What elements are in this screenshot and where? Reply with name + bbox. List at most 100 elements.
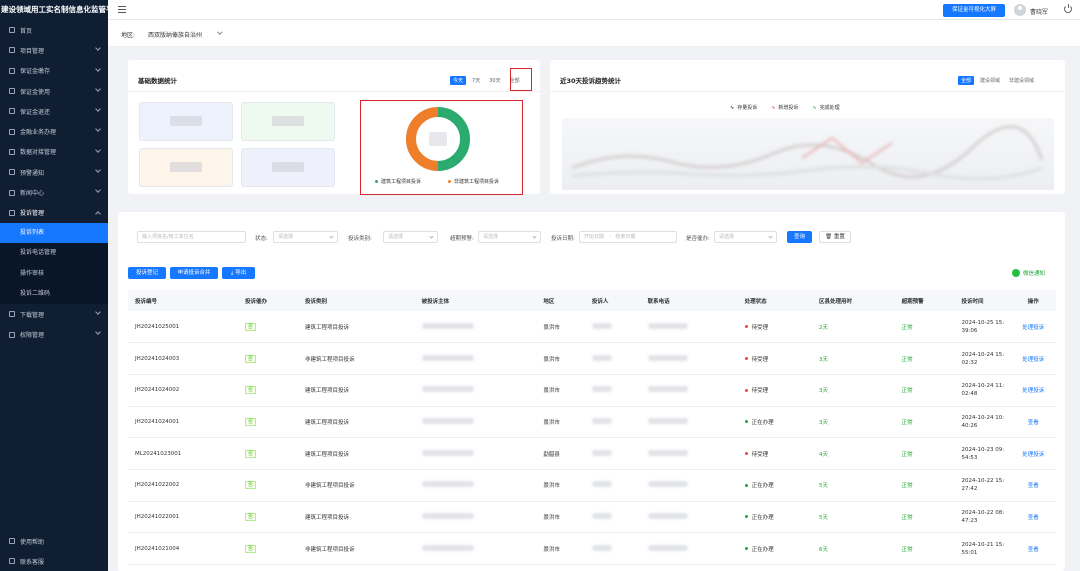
register-button[interactable]: 投诉登记 bbox=[128, 267, 166, 279]
sidebar-subitem[interactable]: 投诉列表 bbox=[0, 222, 108, 244]
row-action-link[interactable]: 查看 bbox=[1010, 406, 1056, 439]
timeout-warning: 正常 bbox=[894, 469, 955, 502]
complaint-type: 建筑工程项目投诉 bbox=[297, 406, 415, 439]
region-bar: 地区: 西双版纳傣族自治州 bbox=[108, 20, 1080, 47]
sidebar-item-warning[interactable]: 预警通知 bbox=[0, 162, 108, 182]
table-row: JH20241021004 否 非建筑工程项目投诉 景洪市 正在办理 6天 正常 2024-1… bbox=[128, 532, 1056, 565]
handle-duration: 5天 bbox=[812, 469, 895, 502]
status-badge: 正在办理 bbox=[744, 545, 774, 553]
donut-legend-non-building: 非建筑工程项目投诉 bbox=[448, 178, 499, 185]
wechat-notify-link[interactable]: 微信通知 bbox=[1012, 269, 1045, 277]
chevron-down-icon bbox=[329, 234, 334, 239]
status-badge: 待受理 bbox=[744, 386, 768, 394]
date-label: 投诉日期: bbox=[551, 236, 575, 242]
urge-tag: 否 bbox=[245, 417, 257, 426]
row-action-link[interactable]: 处理投诉 bbox=[1010, 374, 1056, 407]
sidebar-item-finance[interactable]: 金融业务办理 bbox=[0, 121, 108, 141]
sidebar-subitem[interactable]: 投诉电话管理 bbox=[0, 243, 108, 264]
column-header: 投诉类别 bbox=[297, 290, 415, 311]
complainant-blurred bbox=[591, 544, 612, 551]
region-cell: 景洪市 bbox=[536, 532, 585, 565]
region-cell: 景洪市 bbox=[536, 374, 585, 407]
highlight-box-range-all bbox=[510, 68, 532, 91]
row-action-link[interactable]: 处理投诉 bbox=[1010, 342, 1056, 375]
sidebar-item-project[interactable]: 项目管理 bbox=[0, 40, 108, 60]
permission-icon bbox=[9, 331, 15, 338]
avatar[interactable] bbox=[1014, 4, 1026, 16]
phone-blurred bbox=[647, 544, 688, 551]
refund-icon bbox=[9, 108, 15, 115]
urge-tag: 否 bbox=[245, 386, 257, 395]
chevron-down-icon[interactable] bbox=[217, 29, 223, 35]
column-header: 投诉编号 bbox=[128, 290, 239, 311]
region-cell: 景洪市 bbox=[536, 501, 585, 534]
menu-toggle-icon[interactable] bbox=[118, 6, 126, 13]
username[interactable]: 曹晓军 bbox=[1030, 7, 1048, 16]
tab-non-construction[interactable]: 非建设领域 bbox=[1006, 76, 1037, 85]
respondent-blurred bbox=[421, 481, 474, 488]
table-row: JH20241025001 否 建筑工程项目投诉 景洪市 待受理 2天 正常 2024-10-… bbox=[128, 311, 1056, 344]
complaint-time: 2024-10-24 15:02:32 bbox=[954, 342, 1011, 375]
row-action-link[interactable]: 处理投诉 bbox=[1010, 311, 1056, 344]
timeout-warning: 正常 bbox=[894, 532, 955, 565]
urge-select[interactable]: 请选择 bbox=[714, 231, 777, 243]
sidebar-item-label: 联系客服 bbox=[20, 558, 45, 566]
visual-screen-button[interactable]: 保证金可视化大屏 bbox=[943, 4, 1005, 17]
handle-duration: 3天 bbox=[812, 374, 895, 407]
row-action-link[interactable]: 处理投诉 bbox=[1010, 437, 1056, 470]
range-30d[interactable]: 30天 bbox=[486, 76, 503, 85]
sidebar-item-data[interactable]: 数据对接管理 bbox=[0, 142, 108, 162]
complainant-blurred bbox=[591, 322, 612, 329]
complaint-id: JH20241025001 bbox=[128, 311, 239, 344]
stat-box-blurred bbox=[139, 148, 233, 187]
phone-blurred bbox=[647, 481, 688, 488]
range-7d[interactable]: 7天 bbox=[469, 76, 483, 85]
row-action-link[interactable]: 查看 bbox=[1010, 532, 1056, 565]
sidebar-subitem[interactable]: 投诉二维码 bbox=[0, 283, 108, 305]
sidebar-item-help[interactable]: 使用帮助 bbox=[0, 531, 108, 551]
tab-construction[interactable]: 建设领域 bbox=[977, 76, 1003, 85]
region-cell: 景洪市 bbox=[536, 406, 585, 439]
sidebar-item-refund[interactable]: 保证金退还 bbox=[0, 101, 108, 121]
status-dot-icon bbox=[744, 547, 748, 551]
sidebar-item-deposit[interactable]: 保证金缴存 bbox=[0, 61, 108, 81]
complaint-type: 建筑工程项目投诉 bbox=[297, 437, 415, 470]
donut-legend-building: 建筑工程项目投诉 bbox=[375, 178, 421, 185]
tab-all[interactable]: 全部 bbox=[958, 76, 975, 85]
status-select[interactable]: 请选择 bbox=[273, 231, 338, 243]
complaint-type: 非建筑工程项目投诉 bbox=[297, 342, 415, 375]
complaint-type: 建筑工程项目投诉 bbox=[297, 501, 415, 534]
sidebar-item-label: 首页 bbox=[20, 27, 33, 35]
reset-button[interactable]: 🗑 重置 bbox=[819, 231, 851, 243]
sidebar-item-permission[interactable]: 权限管理 bbox=[0, 324, 108, 344]
date-range-picker[interactable]: 开始日期 - 结束日期 bbox=[579, 231, 677, 243]
sidebar-item-home[interactable]: 首页 bbox=[0, 20, 108, 40]
complaint-id: JH20241024003 bbox=[128, 342, 239, 375]
complaint-time: 2024-10-22 08:47:23 bbox=[954, 501, 1011, 534]
merge-button[interactable]: 申请投诉合并 bbox=[170, 267, 218, 279]
row-action-link[interactable]: 查看 bbox=[1010, 469, 1056, 502]
shield-icon bbox=[9, 88, 15, 95]
export-button[interactable]: ⤓ 导出 bbox=[222, 267, 255, 279]
sidebar-item-complaint[interactable]: 投诉管理 bbox=[0, 203, 108, 223]
status-dot-icon bbox=[744, 357, 748, 361]
blurred-lines bbox=[571, 125, 1044, 181]
sidebar-item-service[interactable]: 联系客服 bbox=[0, 551, 108, 571]
sidebar-subitem[interactable]: 操作审核 bbox=[0, 263, 108, 284]
sidebar-item-shield[interactable]: 保证金使用 bbox=[0, 81, 108, 101]
power-icon[interactable] bbox=[1064, 4, 1072, 13]
urge-tag: 否 bbox=[245, 481, 257, 490]
type-select[interactable]: 请选择 bbox=[383, 231, 438, 243]
keyword-input[interactable]: 输入项目名/用工单位名 bbox=[137, 231, 246, 243]
sidebar-item-news[interactable]: 新闻中心 bbox=[0, 182, 108, 202]
timeout-select[interactable]: 请选择 bbox=[478, 231, 541, 243]
respondent-blurred bbox=[421, 449, 474, 456]
row-action-link[interactable]: 查看 bbox=[1010, 501, 1056, 534]
complaint-id: ML20241023001 bbox=[128, 437, 239, 470]
sidebar-item-download[interactable]: 下载管理 bbox=[0, 304, 108, 324]
phone-blurred bbox=[647, 417, 688, 424]
status-badge: 待受理 bbox=[744, 323, 768, 331]
query-button[interactable]: 查询 bbox=[787, 231, 812, 243]
range-today[interactable]: 今天 bbox=[450, 76, 467, 85]
region-select[interactable]: 西双版纳傣族自治州 bbox=[148, 30, 202, 39]
